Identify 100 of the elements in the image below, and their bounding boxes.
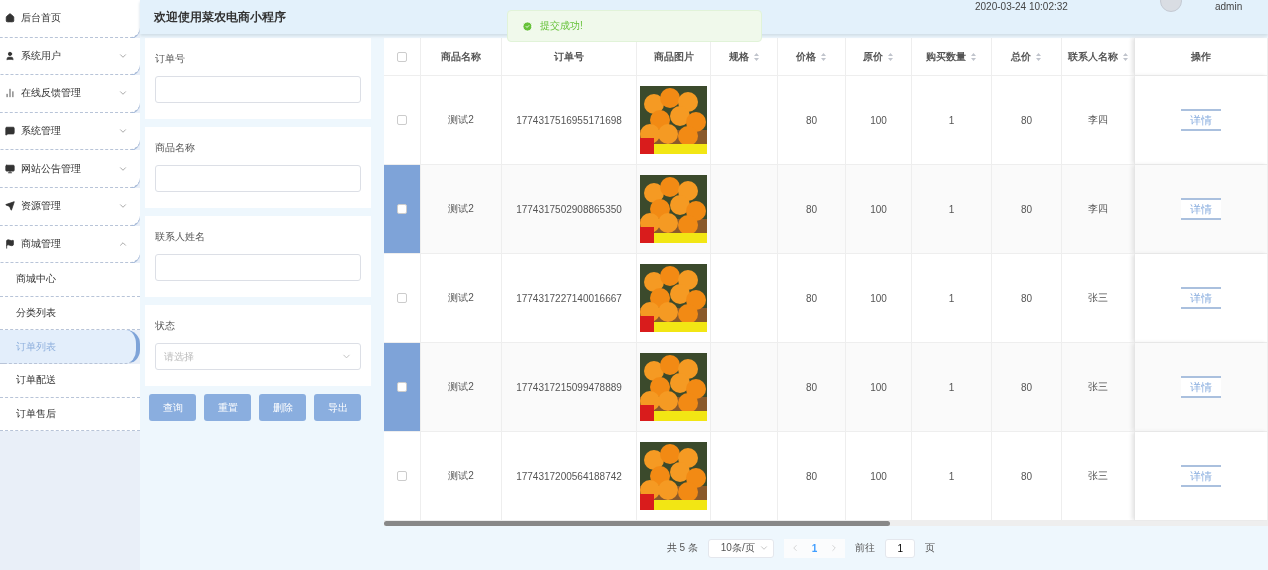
menu-item-icon xyxy=(5,163,15,174)
menu-item-icon xyxy=(5,126,15,137)
field-label: 状态 xyxy=(155,319,176,333)
table-cell: 1774317227140016667 xyxy=(502,254,637,342)
table-cell: 1 xyxy=(912,343,992,431)
sidebar-item-label: 网站公告管理 xyxy=(21,161,82,176)
toast-message: 提交成功! xyxy=(540,19,583,33)
table-cell: 1 xyxy=(912,254,992,342)
sidebar-item-label: 后台首页 xyxy=(21,11,62,26)
field-label: 订单号 xyxy=(155,52,186,66)
menu-item-icon xyxy=(5,13,15,24)
menu-item-icon xyxy=(5,88,15,99)
column-header[interactable]: 联系人名称 xyxy=(1067,49,1129,64)
table-cell: 1 xyxy=(912,165,992,253)
table-cell: 1774317502908865350 xyxy=(502,165,637,253)
table-cell: 测试2 xyxy=(421,343,502,431)
table-cell: 100 xyxy=(846,165,912,253)
field-label: 商品名称 xyxy=(155,141,196,155)
sidebar-item[interactable]: 系统管理 xyxy=(0,112,140,151)
sidebar-item[interactable]: 系统用户 xyxy=(0,37,140,76)
sort-icon[interactable] xyxy=(1035,51,1042,62)
checkbox[interactable] xyxy=(397,382,407,392)
total-count: 共 5 条 xyxy=(666,541,698,555)
sidebar-item-label: 系统用户 xyxy=(21,48,62,63)
table-cell: 80 xyxy=(992,254,1062,342)
sidebar-item[interactable]: 在线反馈管理 xyxy=(0,75,140,113)
sidebar-item[interactable]: 后台首页 xyxy=(0,0,140,38)
checkbox[interactable] xyxy=(397,293,407,303)
table-cell: 80 xyxy=(778,165,846,253)
goto-page-field[interactable]: 1 xyxy=(885,538,916,558)
table-cell: 80 xyxy=(778,254,846,342)
table-cell: 80 xyxy=(992,432,1062,520)
chevron-down-icon xyxy=(758,543,769,553)
table-cell: 1774317215099478889 xyxy=(502,343,637,431)
menu-item-icon xyxy=(5,50,15,61)
table-cell: 李四 xyxy=(1062,76,1135,164)
sidebar-item[interactable]: 资源管理 xyxy=(0,187,140,226)
sidebar-item-label: 系统管理 xyxy=(21,124,62,139)
sidebar-item[interactable]: 商城管理 xyxy=(0,225,140,264)
table-cell: 80 xyxy=(992,76,1062,164)
checkbox[interactable] xyxy=(397,471,407,481)
table-cell: 1774317200564188742 xyxy=(502,432,637,520)
table-cell: 测试2 xyxy=(421,76,502,164)
table-cell: 李四 xyxy=(1062,165,1135,253)
column-header: 商品名称 xyxy=(441,49,481,64)
row-select-cell[interactable] xyxy=(384,165,421,253)
sidebar-item-label: 商城管理 xyxy=(21,236,62,251)
menu-item-icon xyxy=(5,238,15,249)
page-size-select[interactable]: 10条/页 xyxy=(707,538,774,558)
scrollbar-thumb[interactable] xyxy=(384,521,890,526)
checkbox[interactable] xyxy=(397,115,407,125)
sidebar-item[interactable]: 网站公告管理 xyxy=(0,150,140,188)
column-header[interactable]: 购买数量 xyxy=(926,49,977,64)
sort-icon[interactable] xyxy=(752,51,760,62)
goto-label: 前往 xyxy=(855,541,876,555)
column-header[interactable]: 原价 xyxy=(863,49,894,64)
column-header[interactable]: 价格 xyxy=(796,49,827,64)
table-cell: 100 xyxy=(846,343,912,431)
input-field[interactable] xyxy=(155,254,361,281)
sort-icon[interactable] xyxy=(970,51,977,62)
username: admin xyxy=(1215,1,1243,12)
column-header: 操作 xyxy=(1191,49,1211,64)
column-header[interactable]: 总价 xyxy=(1011,49,1042,64)
column-header: 订单号 xyxy=(554,49,584,64)
page-suffix: 页 xyxy=(925,541,936,555)
row-select-cell[interactable] xyxy=(384,343,421,431)
table-cell: 测试2 xyxy=(421,165,502,253)
sort-icon[interactable] xyxy=(887,51,894,62)
column-header[interactable]: 规格 xyxy=(728,49,760,64)
success-icon xyxy=(522,20,533,32)
table-cell: 100 xyxy=(846,254,912,342)
input-field[interactable] xyxy=(155,76,361,103)
table-cell: 80 xyxy=(992,165,1062,253)
table-cell: 张三 xyxy=(1062,254,1135,342)
table-cell: 100 xyxy=(846,432,912,520)
datetime: 2020-03-24 10:02:32 xyxy=(975,1,1068,12)
column-header: 商品图片 xyxy=(653,49,694,64)
table-cell: 1 xyxy=(912,432,992,520)
submenu-item[interactable]: 订单配送 xyxy=(0,363,140,398)
page-title: 欢迎使用菜农电商小程序 xyxy=(154,8,286,26)
sidebar-item-label: 在线反馈管理 xyxy=(21,86,82,101)
table-cell: 测试2 xyxy=(421,432,502,520)
sidebar-item-label: 资源管理 xyxy=(21,199,62,214)
select-all-checkbox[interactable] xyxy=(397,51,407,62)
checkbox[interactable] xyxy=(397,204,407,214)
table-cell: 1 xyxy=(912,76,992,164)
table-cell: 张三 xyxy=(1062,432,1135,520)
sort-icon[interactable] xyxy=(1121,51,1129,62)
table-cell: 80 xyxy=(778,432,846,520)
table-cell: 80 xyxy=(778,76,846,164)
table-cell: 80 xyxy=(992,343,1062,431)
sort-icon[interactable] xyxy=(820,51,827,62)
table-cell: 80 xyxy=(778,343,846,431)
table-cell: 1774317516955171698 xyxy=(502,76,637,164)
submenu-item[interactable]: 分类列表 xyxy=(0,296,140,331)
table-cell: 100 xyxy=(846,76,912,164)
submenu-item[interactable]: 商城中心 xyxy=(0,263,140,297)
table-cell: 张三 xyxy=(1062,343,1135,431)
submenu-item[interactable]: 订单售后 xyxy=(0,397,140,432)
input-field[interactable] xyxy=(155,165,361,192)
